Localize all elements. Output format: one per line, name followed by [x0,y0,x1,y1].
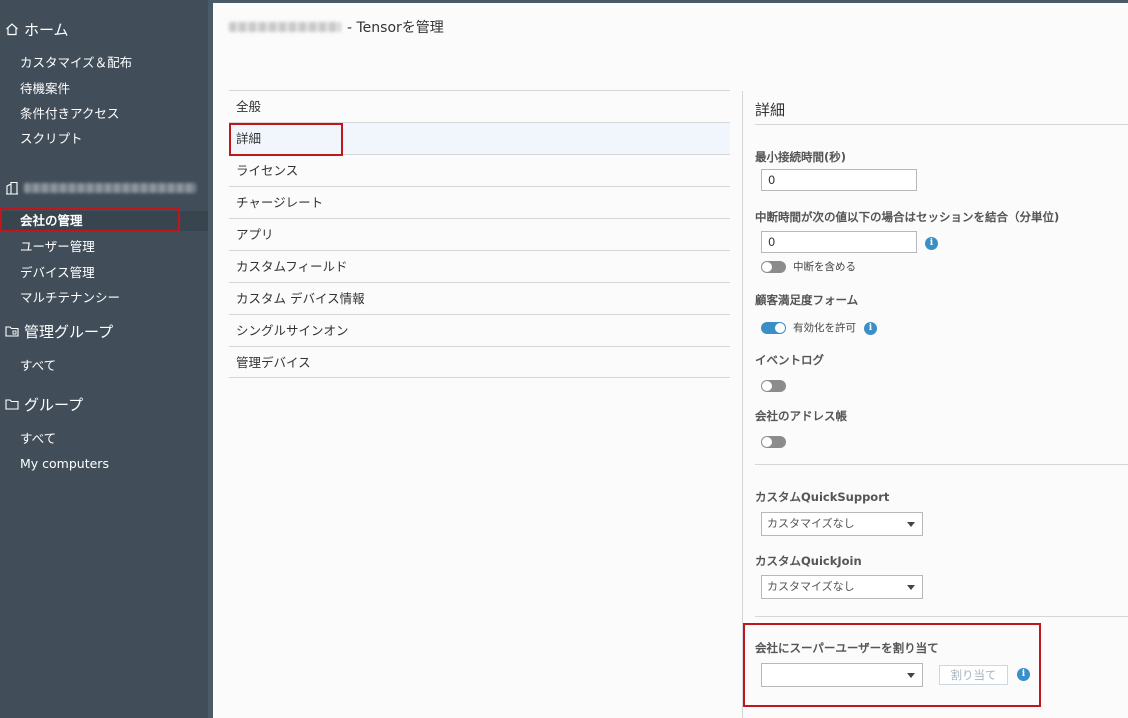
column-separator [742,91,743,718]
folder-icon [5,397,19,411]
quickjoin-label: カスタムQuickJoin [755,554,862,568]
menu-item-managed-devices[interactable]: 管理デバイス [229,346,730,378]
menu-item-sso[interactable]: シングルサインオン [229,314,730,346]
sidebar-item-conditional-access[interactable]: 条件付きアクセス [20,104,119,124]
allow-enable-toggle[interactable] [761,322,786,334]
include-interrupt-toggle[interactable] [761,261,786,273]
info-icon[interactable]: i [1017,668,1030,681]
divider [755,464,1128,465]
event-log-label: イベントログ [755,353,824,367]
menu-item-details[interactable]: 詳細 [229,122,730,154]
building-icon [5,181,19,195]
sidebar-item-device-management[interactable]: デバイス管理 [20,263,95,283]
home-icon [5,22,19,36]
sidebar-section-label: グループ [24,395,84,414]
sidebar-item-user-management[interactable]: ユーザー管理 [20,237,95,257]
sidebar-section-label: 管理グループ [24,322,114,341]
chevron-down-icon [907,522,915,527]
address-book-label: 会社のアドレス帳 [755,409,847,423]
sidebar-section-label: ホーム [24,20,69,39]
sidebar-section-home[interactable]: ホーム [0,17,69,41]
event-log-toggle[interactable] [761,380,786,392]
sidebar-item-multitenancy[interactable]: マルチテナンシー [20,288,120,308]
include-interrupt-label: 中断を含める [793,261,856,273]
divider [755,616,1128,617]
sidebar-section-groups[interactable]: グループ [0,392,83,416]
merge-session-input[interactable]: 0 [761,231,917,253]
sidebar-item-pending[interactable]: 待機案件 [20,79,70,99]
chevron-down-icon [907,673,915,678]
address-book-toggle[interactable] [761,436,786,448]
sidebar-item-my-computers[interactable]: My computers [20,454,109,474]
quicksupport-value: カスタマイズなし [767,517,855,530]
main-content: - Tensorを管理 全般 詳細 ライセンス チャージレート アプリ カスタム… [213,0,1128,718]
menu-item-license[interactable]: ライセンス [229,154,730,186]
chevron-down-icon [907,585,915,590]
assign-button[interactable]: 割り当て [939,665,1008,685]
quicksupport-select[interactable]: カスタマイズなし [761,512,923,536]
settings-menu: 全般 詳細 ライセンス チャージレート アプリ カスタムフィールド カスタム デ… [229,90,730,378]
details-title: 詳細 [755,101,786,119]
info-icon[interactable]: i [864,322,877,335]
info-icon[interactable]: i [925,237,938,250]
allow-enable-label: 有効化を許可 [793,322,856,334]
sidebar-item-customize[interactable]: カスタマイズ＆配布 [20,53,132,73]
menu-item-general[interactable]: 全般 [229,90,730,122]
merge-session-label: 中断時間が次の値以下の場合はセッションを結合（分単位) [755,210,1060,224]
sidebar-item-scripts[interactable]: スクリプト [20,129,83,149]
sidebar-section-managed-groups[interactable]: 管理グループ [0,319,113,343]
menu-item-charge-rate[interactable]: チャージレート [229,186,730,218]
menu-item-custom-device-info[interactable]: カスタム デバイス情報 [229,282,730,314]
min-connection-label: 最小接続時間(秒) [755,150,847,164]
sidebar: ホーム カスタマイズ＆配布 待機案件 条件付きアクセス スクリプト 会社の管理 … [0,0,208,718]
company-name-redacted [229,22,341,32]
company-name-redacted [24,183,196,193]
superuser-label: 会社にスーパーユーザーを割り当て [755,641,939,655]
page-title: - Tensorを管理 [229,17,444,37]
quickjoin-select[interactable]: カスタマイズなし [761,575,923,599]
min-connection-input[interactable]: 0 [761,169,917,191]
quickjoin-value: カスタマイズなし [767,580,855,593]
sidebar-item-groups-all[interactable]: すべて [20,429,56,449]
superuser-select[interactable] [761,663,923,687]
sidebar-section-company[interactable] [0,176,196,200]
quicksupport-label: カスタムQuickSupport [755,490,890,504]
sidebar-item-company-management[interactable]: 会社の管理 [0,211,208,231]
menu-item-custom-fields[interactable]: カスタムフィールド [229,250,730,282]
sidebar-item-managed-all[interactable]: すべて [20,356,56,376]
menu-item-apps[interactable]: アプリ [229,218,730,250]
divider [755,124,1128,125]
page-title-text: - Tensorを管理 [347,20,444,36]
managed-folder-icon [5,324,19,338]
satisfaction-form-label: 顧客満足度フォーム [755,293,859,307]
